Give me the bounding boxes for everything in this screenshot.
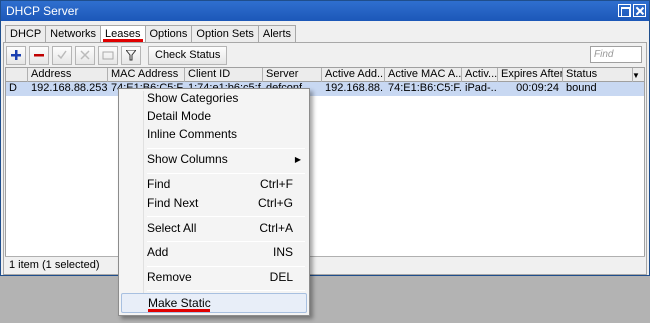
column-status[interactable]: Status <box>563 68 633 82</box>
tab-bar: DHCP Networks Leases Options Option Sets… <box>5 25 297 43</box>
menu-label: Find <box>147 177 171 191</box>
filter-icon <box>126 49 136 60</box>
menu-item-select-all[interactable]: Select All Ctrl+A <box>121 219 307 239</box>
x-icon <box>80 50 90 60</box>
dhcp-server-window: DHCP Server DHCP Networks Leases Options… <box>0 0 650 276</box>
tab-options[interactable]: Options <box>144 25 192 43</box>
find-input[interactable]: Find <box>590 46 642 63</box>
column-flag[interactable] <box>6 68 28 82</box>
menu-item-show-categories[interactable]: Show Categories <box>121 89 307 109</box>
context-menu: Show Categories Detail Mode Inline Comme… <box>118 88 310 316</box>
leases-panel: Check Status Find Address MAC Address Cl… <box>3 42 647 275</box>
submenu-arrow-icon: ▶ <box>294 155 301 164</box>
tab-dhcp[interactable]: DHCP <box>5 25 46 43</box>
close-button[interactable] <box>633 4 646 17</box>
menu-item-find[interactable]: Find Ctrl+F <box>121 175 307 195</box>
menu-label: Find Next <box>147 196 199 210</box>
column-active-address[interactable]: Active Add... <box>322 68 385 82</box>
status-bar: 1 item (1 selected) <box>5 256 645 274</box>
shortcut: Ctrl+G <box>257 196 293 210</box>
check-status-button[interactable]: Check Status <box>148 45 228 65</box>
leases-table: Address MAC Address Client ID Server Act… <box>5 67 645 257</box>
plus-icon <box>11 50 21 60</box>
menu-separator <box>147 216 305 217</box>
comment-icon <box>102 51 114 60</box>
menu-label: Detail Mode <box>147 109 212 123</box>
minus-icon <box>34 54 44 57</box>
menu-label: Add <box>147 245 169 259</box>
menu-label: Show Columns <box>147 152 228 166</box>
menu-item-remove[interactable]: Remove DEL <box>121 268 307 288</box>
menu-item-add[interactable]: Add INS <box>121 243 307 263</box>
shortcut: DEL <box>269 270 293 284</box>
column-server[interactable]: Server <box>263 68 322 82</box>
menu-label: Inline Comments <box>147 127 238 141</box>
shortcut: Ctrl+A <box>259 221 293 235</box>
toolbar: Check Status <box>6 45 228 65</box>
maximize-button[interactable] <box>618 4 631 17</box>
menu-item-find-next[interactable]: Find Next Ctrl+G <box>121 194 307 214</box>
menu-label: Select All <box>147 221 197 235</box>
menu-separator <box>147 241 305 242</box>
column-active-host[interactable]: Activ... <box>462 68 498 82</box>
menu-label: Remove <box>147 270 192 284</box>
shortcut: INS <box>272 245 293 259</box>
menu-separator <box>147 290 305 291</box>
enable-button[interactable] <box>52 45 72 65</box>
column-client-id[interactable]: Client ID <box>185 68 263 82</box>
column-mac-address[interactable]: MAC Address <box>108 68 185 82</box>
window-titlebar[interactable]: DHCP Server <box>1 1 649 21</box>
table-header: Address MAC Address Client ID Server Act… <box>6 68 644 82</box>
menu-separator <box>147 266 305 267</box>
tab-alerts[interactable]: Alerts <box>257 25 297 43</box>
cell-status: bound <box>566 82 597 94</box>
tab-networks[interactable]: Networks <box>45 25 101 43</box>
menu-item-detail-mode[interactable]: Detail Mode <box>121 107 307 127</box>
menu-separator <box>147 148 305 149</box>
column-address[interactable]: Address <box>28 68 108 82</box>
tab-option-sets[interactable]: Option Sets <box>191 25 258 43</box>
highlight-underline <box>148 309 210 312</box>
cell-address: 192.168.88.253 <box>31 82 108 94</box>
cell-expires-after: 00:09:24 <box>516 82 559 94</box>
filter-button[interactable] <box>121 45 141 65</box>
remove-button[interactable] <box>29 45 49 65</box>
column-expires-after[interactable]: Expires After <box>498 68 563 82</box>
window-title: DHCP Server <box>6 4 79 18</box>
cell-flag: D <box>9 82 17 94</box>
shortcut: Ctrl+F <box>260 177 293 191</box>
add-button[interactable] <box>6 45 26 65</box>
column-active-mac[interactable]: Active MAC A... <box>385 68 462 82</box>
menu-label: Show Categories <box>147 91 239 105</box>
cell-active-host: iPad-... <box>465 82 498 94</box>
tab-leases[interactable]: Leases <box>100 25 145 43</box>
column-dropdown-icon[interactable]: ▼ <box>628 68 644 82</box>
menu-item-show-columns[interactable]: Show Columns ▶ <box>121 150 307 170</box>
table-row[interactable]: D 192.168.88.253 74:E1:B6:C5:F... 1:74:e… <box>6 82 644 96</box>
cell-active-address: 192.168.88... <box>325 82 385 94</box>
menu-item-inline-comments[interactable]: Inline Comments <box>121 125 307 145</box>
cell-active-mac: 74:E1:B6:C5:F... <box>388 82 462 94</box>
menu-separator <box>147 173 305 174</box>
check-icon <box>57 50 67 60</box>
comment-button[interactable] <box>98 45 118 65</box>
disable-button[interactable] <box>75 45 95 65</box>
menu-item-make-static[interactable]: Make Static <box>121 293 307 313</box>
